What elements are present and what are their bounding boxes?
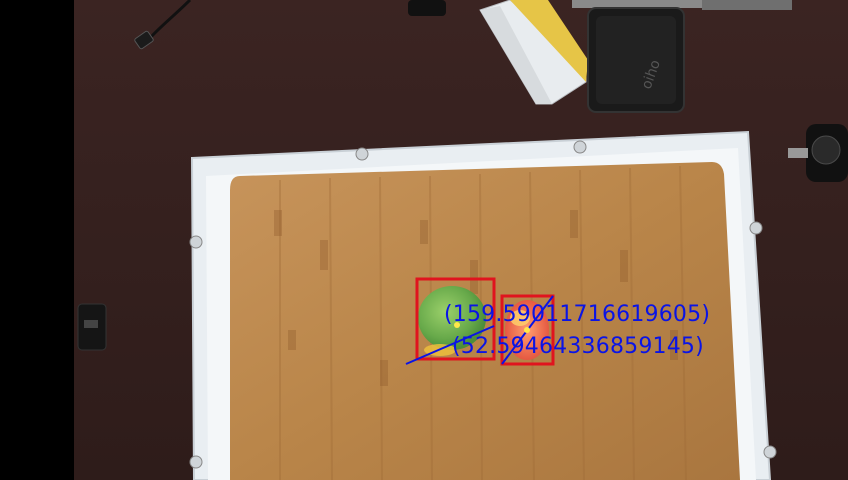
left-black-strip xyxy=(0,0,74,480)
black-case: oiho xyxy=(587,7,685,113)
camera-frame: oiho xyxy=(0,0,848,480)
dark-object-top xyxy=(408,0,446,16)
gray-block-2 xyxy=(702,0,792,10)
angle-label-red-fruit: (52.59464336859145) xyxy=(452,334,704,359)
angle-label-apple: (159.59011716619605) xyxy=(444,302,711,327)
gray-block-1 xyxy=(572,0,702,8)
